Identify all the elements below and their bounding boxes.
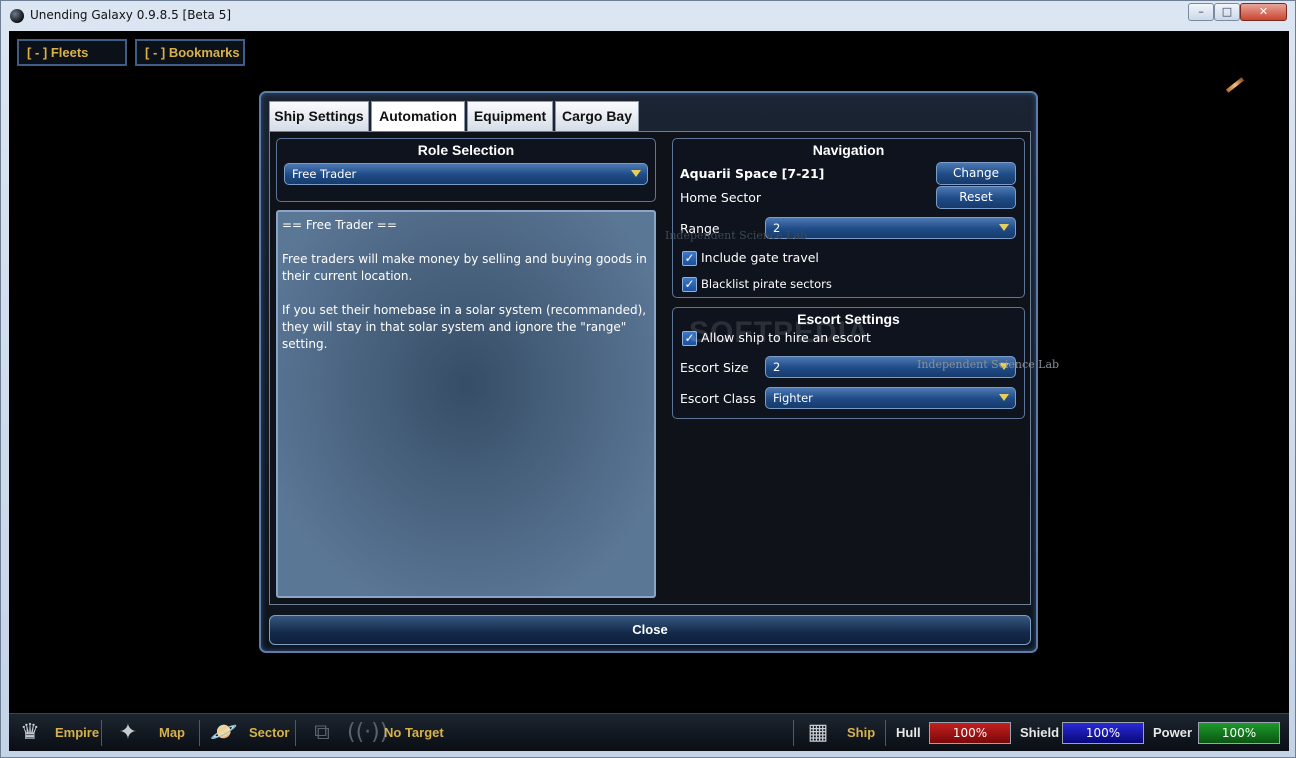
- navigation-title: Navigation: [812, 142, 885, 158]
- blacklist-pirate-checkbox[interactable]: ✓: [682, 277, 697, 292]
- divider: [101, 720, 102, 746]
- shield-meter: 100%: [1062, 722, 1144, 744]
- shield-label: Shield: [1020, 725, 1060, 740]
- role-description-paragraph: If you set their homebase in a solar sys…: [282, 303, 647, 351]
- tab-equipment[interactable]: Equipment: [467, 101, 553, 131]
- empire-button[interactable]: Empire: [55, 714, 99, 751]
- divider: [295, 720, 296, 746]
- escort-size-value: 2: [773, 360, 781, 374]
- target-grid-icon[interactable]: ⧉: [307, 719, 337, 747]
- divider: [885, 720, 886, 746]
- app-planet-icon: [10, 9, 24, 23]
- chevron-down-icon: [999, 394, 1009, 401]
- include-gate-label[interactable]: Include gate travel: [701, 250, 819, 265]
- role-selection-title: Role Selection: [417, 142, 515, 158]
- target-status: No Target: [384, 725, 444, 740]
- change-sector-button[interactable]: Change: [936, 162, 1016, 185]
- blacklist-pirate-label[interactable]: Blacklist pirate sectors: [701, 277, 832, 291]
- hull-meter: 100%: [929, 722, 1011, 744]
- sector-button[interactable]: Sector: [249, 714, 289, 751]
- divider: [199, 720, 200, 746]
- power-label: Power: [1153, 725, 1193, 740]
- window-title: Unending Galaxy 0.9.8.5 [Beta 5]: [30, 8, 232, 22]
- navigation-group: Navigation Aquarii Space [7-21] Home Sec…: [672, 138, 1025, 298]
- map-station-label[interactable]: Independent Science Lab: [665, 229, 807, 242]
- crown-icon[interactable]: ♛: [15, 719, 45, 747]
- maximize-button[interactable]: □: [1214, 3, 1240, 21]
- map-button[interactable]: Map: [159, 714, 185, 751]
- divider: [793, 720, 794, 746]
- map-station-label[interactable]: Independent Science Lab: [917, 358, 1059, 371]
- bottom-status-bar: ♛ Empire ✦ Map 🪐 Sector ⧉ ((·)) No Targe…: [9, 713, 1289, 751]
- title-bar[interactable]: Unending Galaxy 0.9.8.5 [Beta 5] – □ ✕: [1, 1, 1296, 31]
- signal-icon[interactable]: ((·)): [347, 719, 388, 747]
- role-dropdown-value: Free Trader: [292, 167, 357, 181]
- escort-size-label: Escort Size: [680, 360, 749, 375]
- cargo-crates-icon[interactable]: ▦: [803, 719, 833, 747]
- escort-class-value: Fighter: [773, 391, 813, 405]
- ship-sprite-icon[interactable]: [1225, 77, 1245, 93]
- role-description-paragraph: Free traders will make money by selling …: [282, 252, 647, 283]
- bookmarks-toggle-button[interactable]: [ - ] Bookmarks: [135, 39, 245, 66]
- power-meter: 100%: [1198, 722, 1280, 744]
- map-galaxy-icon[interactable]: ✦: [113, 719, 143, 747]
- reset-sector-button[interactable]: Reset: [936, 186, 1016, 209]
- tab-ship-settings[interactable]: Ship Settings: [269, 101, 369, 131]
- escort-class-dropdown[interactable]: Fighter: [765, 387, 1016, 409]
- role-dropdown[interactable]: Free Trader: [284, 163, 648, 185]
- ship-settings-dialog: Ship Settings Automation Equipment Cargo…: [259, 91, 1038, 653]
- escort-class-label: Escort Class: [680, 391, 756, 406]
- home-sector-label: Home Sector: [680, 190, 762, 205]
- chevron-down-icon: [999, 224, 1009, 231]
- include-gate-checkbox[interactable]: ✓: [682, 251, 697, 266]
- hull-label: Hull: [896, 725, 921, 740]
- tab-cargo-bay[interactable]: Cargo Bay: [555, 101, 639, 131]
- minimize-button[interactable]: –: [1188, 3, 1214, 21]
- ship-button[interactable]: Ship: [847, 714, 875, 751]
- fleets-toggle-button[interactable]: [ - ] Fleets: [17, 39, 127, 66]
- role-description: == Free Trader == Free traders will make…: [276, 210, 656, 598]
- planet-ring-icon[interactable]: 🪐: [209, 719, 239, 747]
- watermark-text: SOFTPEDIA: [689, 316, 870, 349]
- close-dialog-button[interactable]: Close: [269, 615, 1031, 645]
- close-window-button[interactable]: ✕: [1240, 3, 1287, 21]
- home-sector-value: Aquarii Space [7-21]: [680, 166, 825, 181]
- tab-automation[interactable]: Automation: [371, 101, 465, 133]
- game-viewport[interactable]: [ - ] Fleets [ - ] Bookmarks Ship Settin…: [9, 31, 1289, 751]
- role-description-heading: == Free Trader ==: [282, 218, 397, 232]
- role-selection-group: Role Selection Free Trader: [276, 138, 656, 202]
- app-window: Unending Galaxy 0.9.8.5 [Beta 5] – □ ✕ […: [0, 0, 1296, 758]
- chevron-down-icon: [631, 170, 641, 177]
